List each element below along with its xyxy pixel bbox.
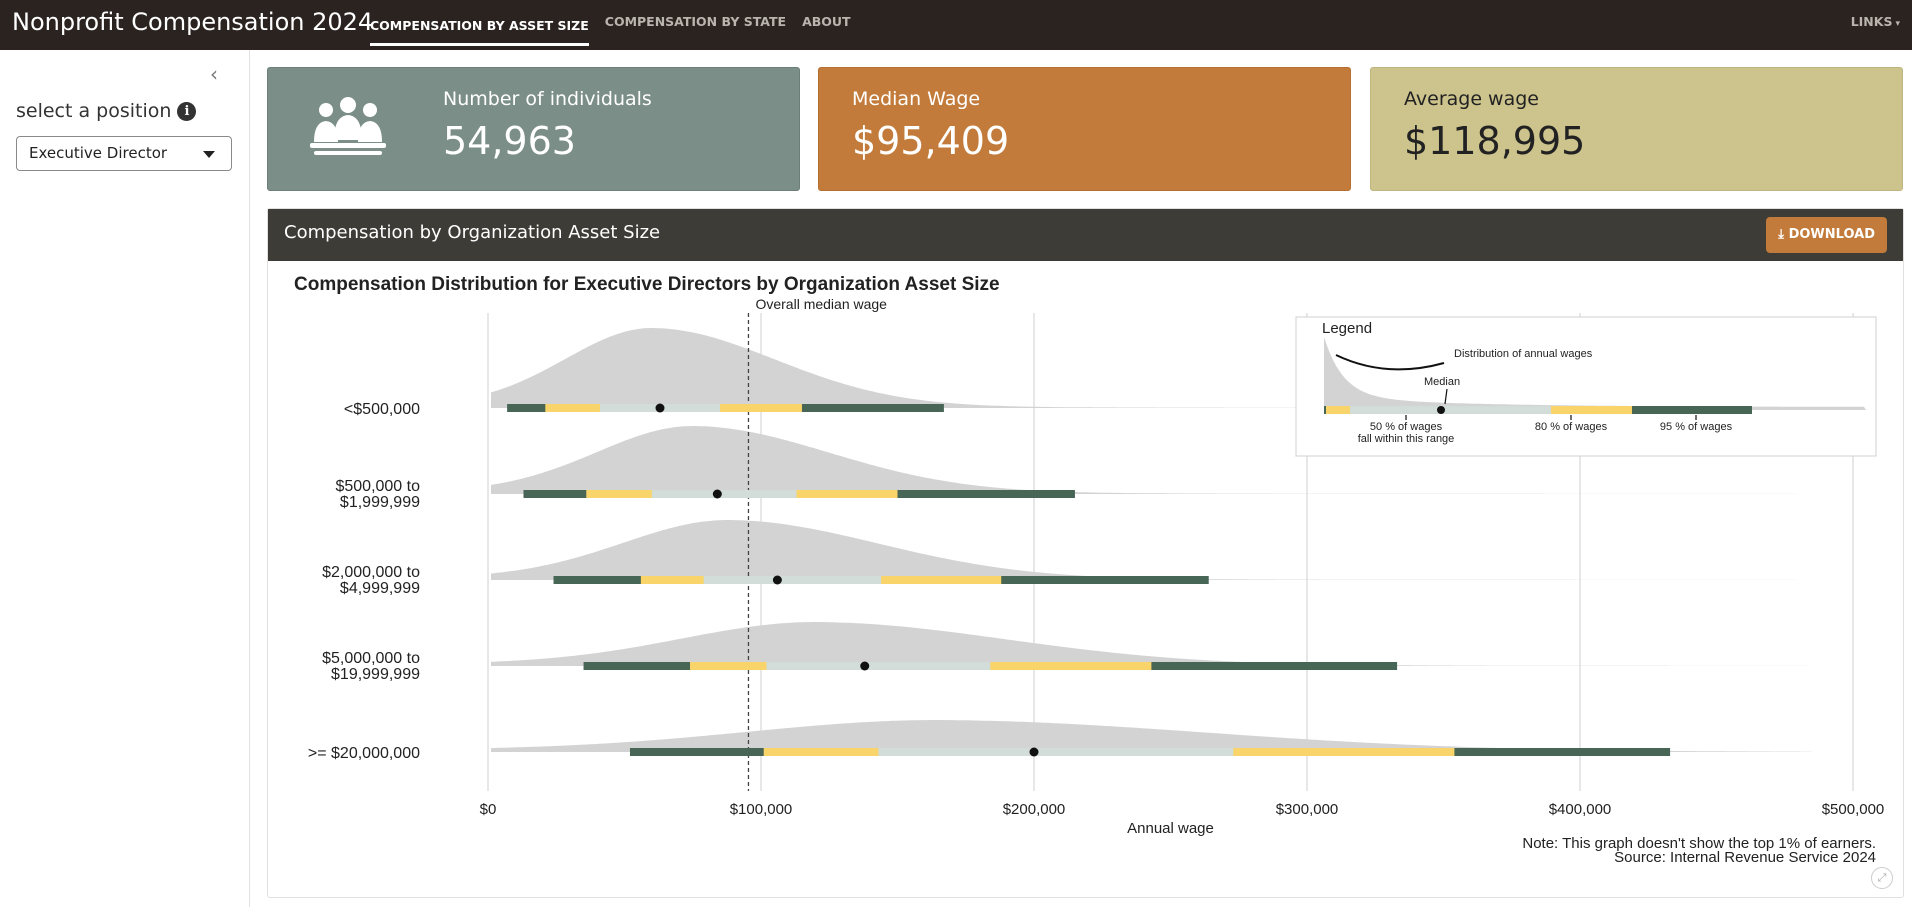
collapse-sidebar-icon[interactable]: ‹ xyxy=(210,62,218,86)
tab-compensation-by-state[interactable]: COMPENSATION BY STATE xyxy=(605,0,786,50)
people-group-icon xyxy=(310,97,386,155)
legend-range95-label: 95 % of wages xyxy=(1660,421,1733,433)
category-label: <$500,000 xyxy=(344,401,420,418)
x-tick-label: $500,000 xyxy=(1822,801,1885,818)
download-button[interactable]: ⤓ DOWNLOAD xyxy=(1766,217,1887,253)
legend-range80-label: 80 % of wages xyxy=(1535,421,1608,433)
tab-compensation-by-asset-size[interactable]: COMPENSATION BY ASSET SIZE xyxy=(370,4,589,46)
links-label: LINKS xyxy=(1850,14,1893,29)
caret-down-icon: ▾ xyxy=(1895,19,1900,29)
position-select[interactable]: Executive Director xyxy=(16,136,232,171)
legend-range-50 xyxy=(1350,406,1551,414)
overall-median-label: Overall median wage xyxy=(755,296,887,312)
range-50-bar xyxy=(703,576,882,584)
x-tick-label: $100,000 xyxy=(730,801,793,818)
category-label: >= $20,000,000 xyxy=(308,745,420,762)
individuals-card: Number of individuals 54,963 xyxy=(267,67,800,191)
chart-note: Source: Internal Revenue Service 2024 xyxy=(1614,849,1876,866)
download-icon: ⤓ xyxy=(1778,227,1789,242)
position-label: select a position xyxy=(16,100,172,122)
x-tick-label: $300,000 xyxy=(1276,801,1339,818)
dropdown-arrow-icon xyxy=(203,151,215,158)
info-icon[interactable]: i xyxy=(177,102,197,121)
legend-median-label: Median xyxy=(1424,376,1460,388)
chart-title: Compensation Distribution for Executive … xyxy=(294,274,1000,295)
average-wage-label: Average wage xyxy=(1404,88,1539,110)
category-label: $1,999,999 xyxy=(340,494,420,511)
download-label: DOWNLOAD xyxy=(1788,227,1875,242)
median-point xyxy=(772,575,782,585)
x-tick-label: $400,000 xyxy=(1549,801,1612,818)
category-label: $500,000 to xyxy=(335,478,420,495)
compensation-ridgeline-chart: Compensation Distribution for Executive … xyxy=(294,274,1885,866)
median-point xyxy=(655,403,665,413)
top-navbar: Nonprofit Compensation 2024 COMPENSATION… xyxy=(0,0,1912,50)
main-nav: COMPENSATION BY ASSET SIZE COMPENSATION … xyxy=(370,0,851,50)
position-label-row: select a position i xyxy=(16,100,197,122)
position-select-value: Executive Director xyxy=(29,144,168,162)
median-point xyxy=(1029,747,1039,757)
x-tick-label: $200,000 xyxy=(1003,801,1066,818)
median-wage-value: $95,409 xyxy=(852,119,1010,163)
expand-icon[interactable]: ⤢ xyxy=(1871,867,1893,889)
range-50-bar xyxy=(878,748,1234,756)
median-point xyxy=(712,489,722,499)
x-tick-label: $0 xyxy=(480,801,497,818)
app-title: Nonprofit Compensation 2024 xyxy=(12,8,374,36)
individuals-value: 54,963 xyxy=(443,119,576,163)
legend-range50-label-2: fall within this range xyxy=(1358,433,1455,445)
panel-header: Compensation by Organization Asset Size … xyxy=(268,209,1903,261)
category-label: $19,999,999 xyxy=(331,666,420,683)
density-ridge xyxy=(491,622,1807,666)
legend-range50-label: 50 % of wages xyxy=(1370,421,1443,433)
density-ridge xyxy=(491,520,1799,580)
panel-title: Compensation by Organization Asset Size xyxy=(284,222,661,243)
category-label: $5,000,000 to xyxy=(322,650,420,667)
range-50-bar xyxy=(766,662,991,670)
category-label: $2,000,000 to xyxy=(322,564,420,581)
legend-title: Legend xyxy=(1322,320,1372,337)
legend-distribution-label: Distribution of annual wages xyxy=(1454,348,1593,360)
individuals-label: Number of individuals xyxy=(443,88,652,110)
range-50-bar xyxy=(651,490,797,498)
average-wage-card: Average wage $118,995 xyxy=(1370,67,1903,191)
density-ridge xyxy=(491,720,1813,752)
chart-panel: Compensation by Organization Asset Size … xyxy=(267,208,1904,898)
median-wage-label: Median Wage xyxy=(852,88,981,110)
links-dropdown[interactable]: LINKS ▾ xyxy=(1851,0,1900,46)
median-wage-card: Median Wage $95,409 xyxy=(818,67,1351,191)
sidebar: ‹ select a position i Executive Director xyxy=(0,50,250,907)
tab-about[interactable]: ABOUT xyxy=(802,0,851,50)
legend-median-point xyxy=(1437,406,1445,414)
category-label: $4,999,999 xyxy=(340,580,420,597)
average-wage-value: $118,995 xyxy=(1404,119,1586,163)
x-axis-label: Annual wage xyxy=(1127,820,1214,837)
median-point xyxy=(860,661,870,671)
